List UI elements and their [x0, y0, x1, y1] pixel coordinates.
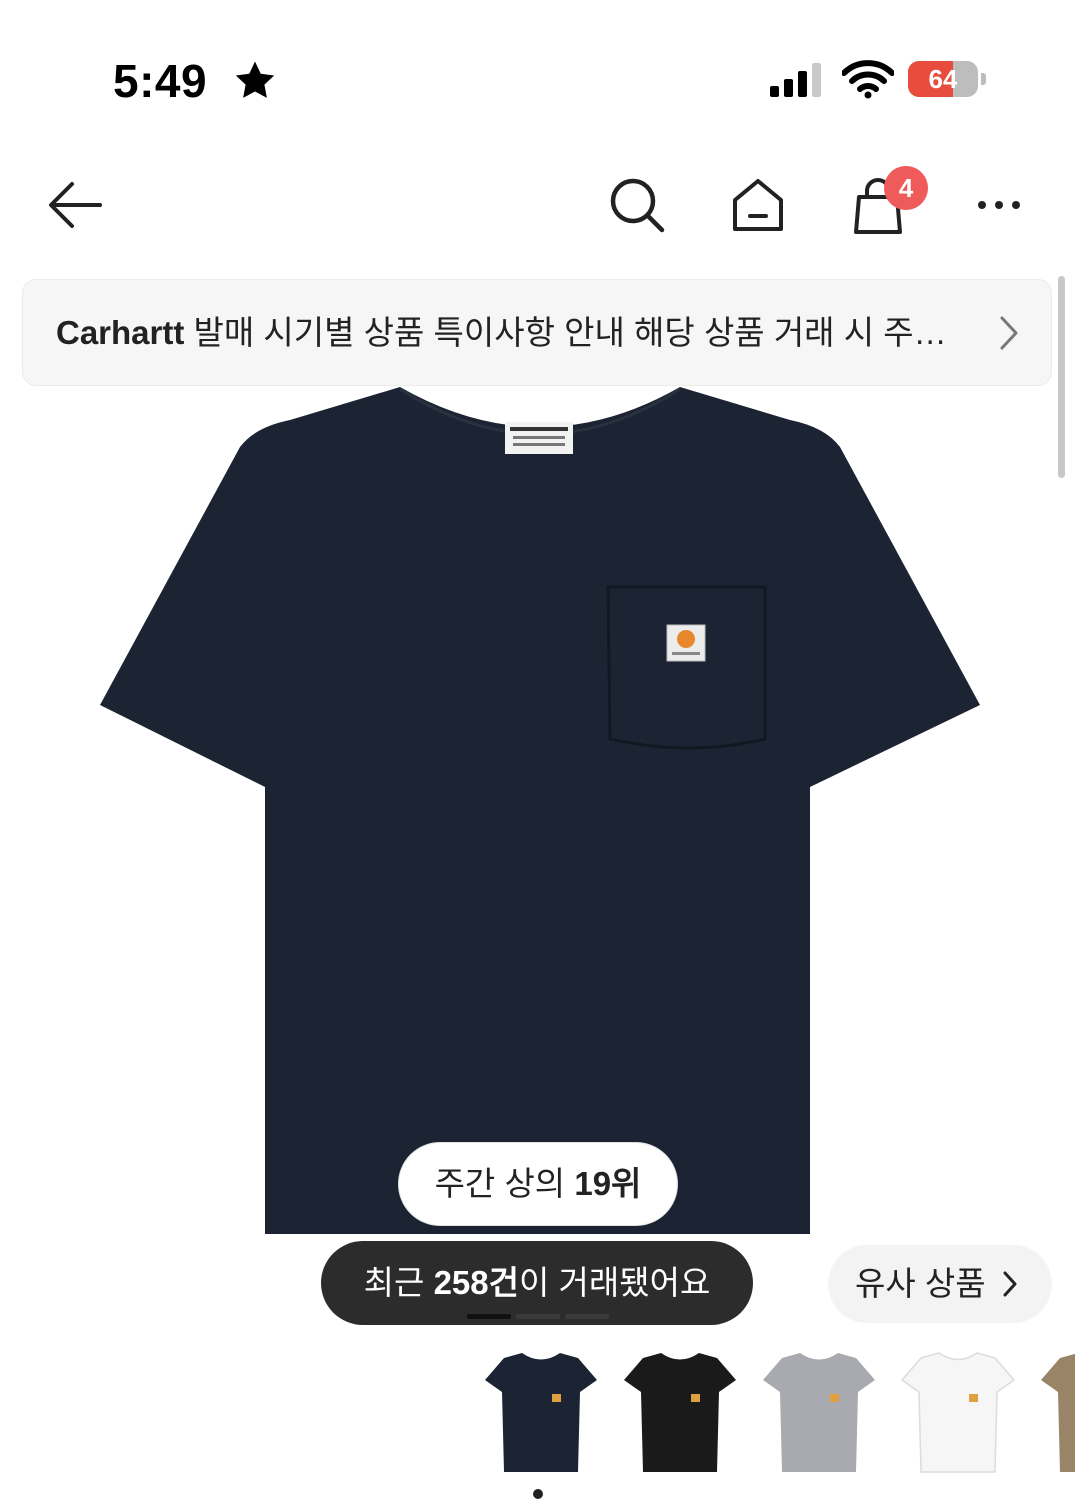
trade-prefix: 최근 — [363, 1264, 434, 1301]
cellular-signal-icon — [770, 63, 821, 97]
home-icon — [733, 179, 783, 231]
tshirt-thumbnail-image — [624, 1353, 736, 1472]
search-icon — [610, 178, 665, 233]
tshirt-thumbnail-image — [900, 1352, 1016, 1473]
notice-text: Carhartt 발매 시기별 상품 특이사항 안내 해당 상품 거래 시 주의… — [56, 280, 976, 385]
recent-trades-badge: 최근 258건이 거래됐어요 — [321, 1241, 753, 1325]
gallery-page-segment — [467, 1314, 511, 1319]
chevron-right-icon — [1003, 1271, 1017, 1297]
color-thumbnail-navy[interactable] — [482, 1352, 600, 1477]
color-thumbnail-heather-grey[interactable] — [760, 1352, 878, 1477]
chevron-right-icon — [1000, 316, 1018, 350]
color-thumbnail-brown[interactable] — [1038, 1352, 1075, 1477]
rank-prefix: 주간 상의 — [434, 1165, 575, 1202]
trade-count: 258건 — [433, 1264, 519, 1301]
cart-count-badge: 4 — [884, 166, 928, 210]
home-button[interactable] — [723, 170, 793, 240]
thumbnail-page-dot — [533, 1489, 543, 1499]
tshirt-thumbnail-image — [1041, 1353, 1075, 1472]
tshirt-thumbnail-image — [485, 1353, 597, 1472]
similar-products-label: 유사 상품 — [855, 1265, 986, 1302]
gallery-page-segment — [565, 1314, 609, 1319]
carhartt-logo-patch — [666, 624, 706, 662]
star-icon — [235, 61, 275, 98]
neck-label — [505, 422, 573, 454]
back-button[interactable] — [40, 170, 110, 240]
wifi-icon — [842, 60, 894, 99]
more-button[interactable] — [964, 170, 1034, 240]
color-thumbnail-black[interactable] — [621, 1352, 739, 1477]
status-bar: 5:49 64 — [0, 0, 1075, 130]
color-thumbnail-strip[interactable] — [0, 1352, 1075, 1482]
more-icon — [978, 201, 1020, 209]
similar-products-button[interactable]: 유사 상품 — [828, 1245, 1052, 1323]
status-time: 5:49 — [113, 55, 208, 107]
trade-suffix: 이 거래됐어요 — [518, 1264, 711, 1301]
battery-icon: 64 — [908, 61, 988, 99]
search-button[interactable] — [602, 170, 672, 240]
notice-brand: Carhartt — [56, 314, 185, 351]
gallery-page-indicator — [467, 1314, 609, 1319]
weekly-rank-badge: 주간 상의 19위 — [398, 1142, 678, 1226]
tshirt-body — [100, 387, 980, 1234]
brand-notice-banner[interactable]: Carhartt 발매 시기별 상품 특이사항 안내 해당 상품 거래 시 주의… — [22, 279, 1052, 386]
tshirt-thumbnail-image — [763, 1353, 875, 1472]
back-arrow-icon — [49, 182, 102, 228]
scrollbar[interactable] — [1058, 276, 1065, 478]
rank-value: 19위 — [574, 1165, 642, 1202]
gallery-page-segment — [516, 1314, 560, 1319]
notice-message: 발매 시기별 상품 특이사항 안내 해당 상품 거래 시 주의사항을 확인해주세… — [193, 314, 976, 351]
battery-level: 64 — [928, 64, 958, 94]
color-thumbnail-white[interactable] — [899, 1352, 1017, 1477]
product-image[interactable] — [100, 387, 980, 1237]
